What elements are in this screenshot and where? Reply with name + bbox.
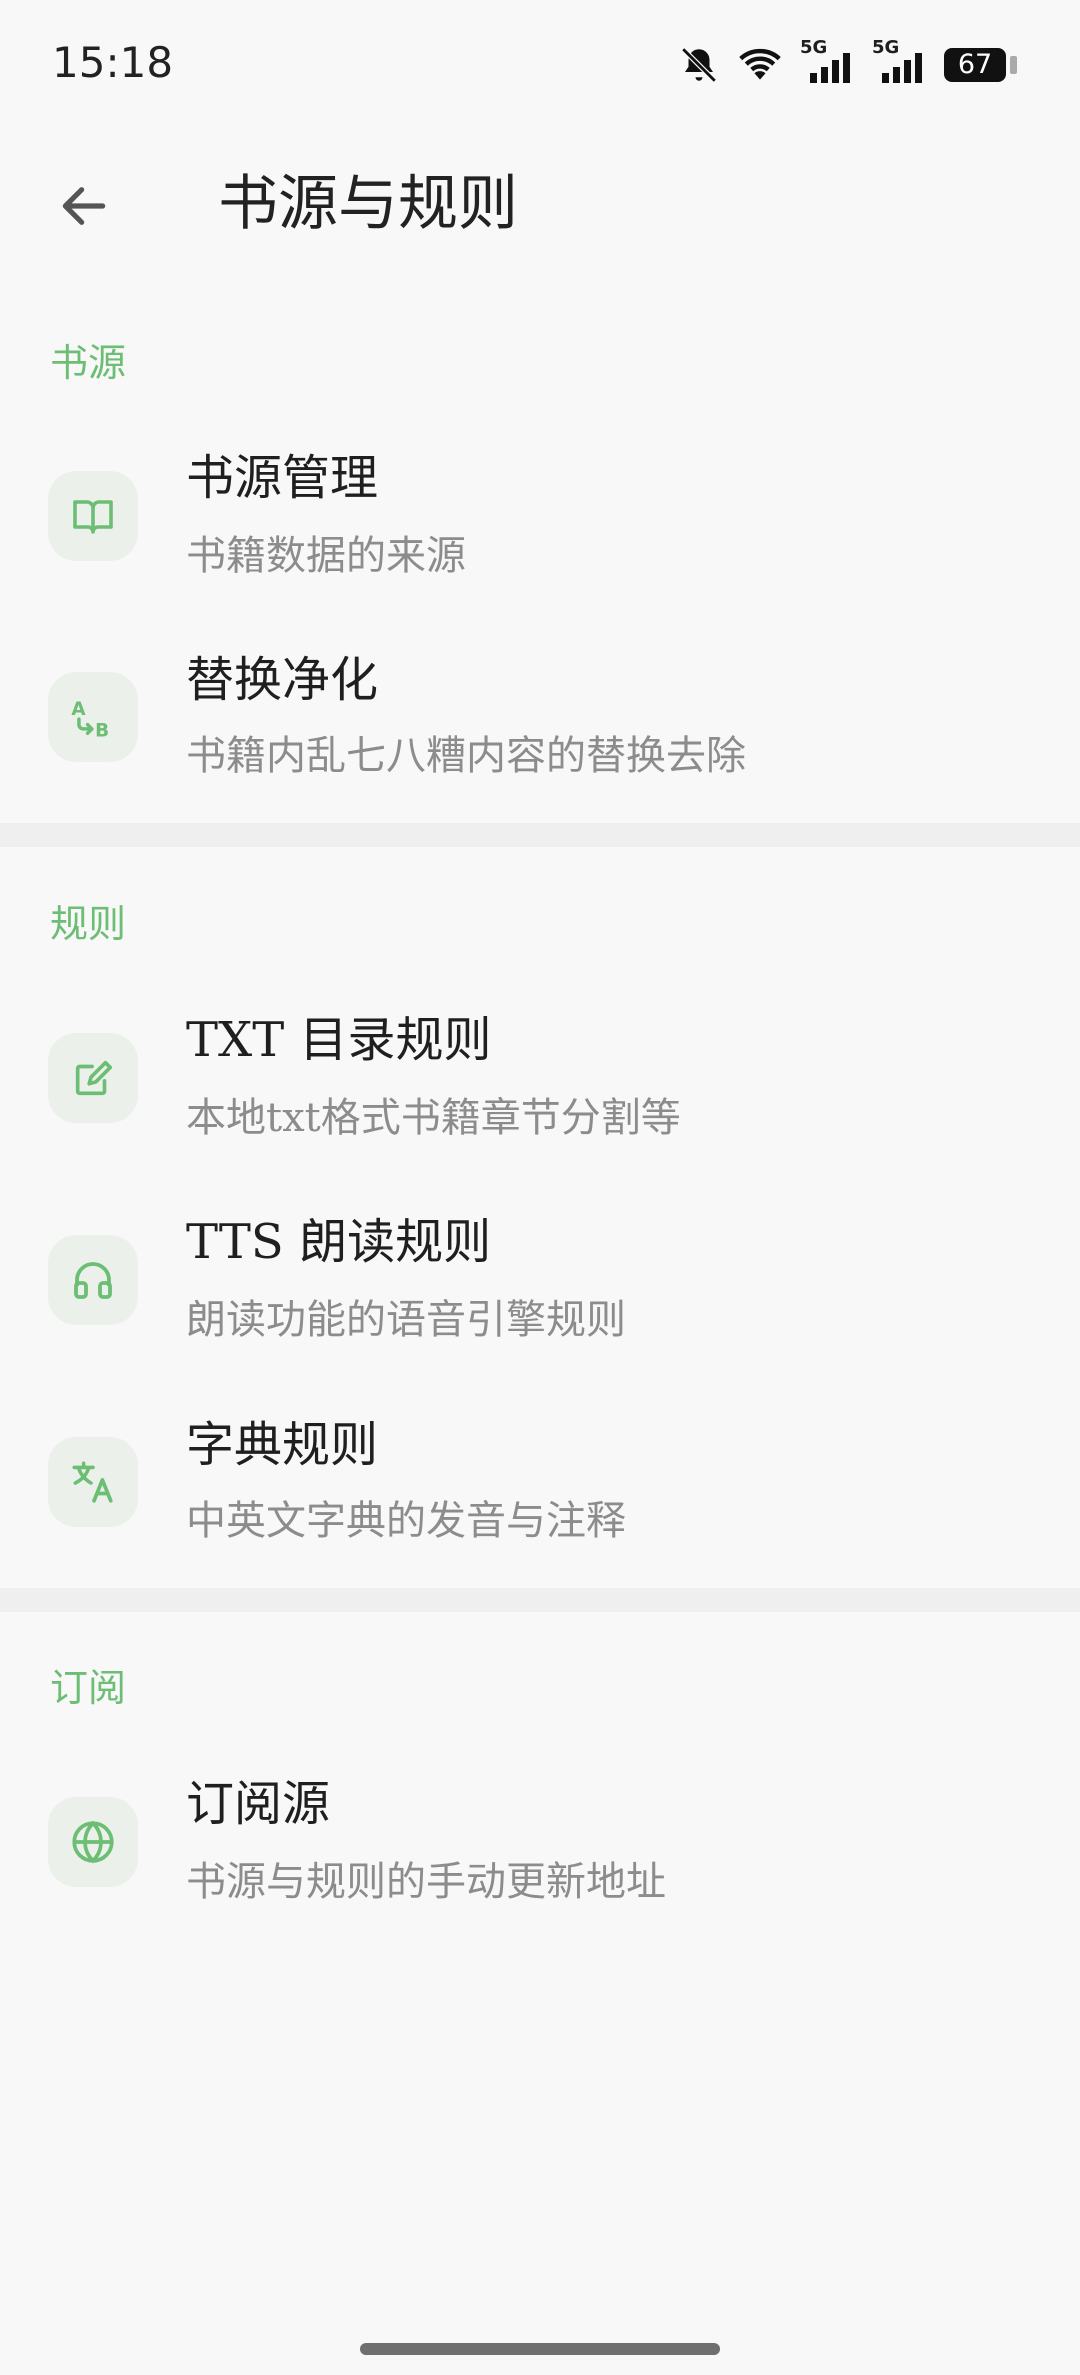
list-item-subscription-source[interactable]: 订阅源 书源与规则的手动更新地址 <box>0 1742 1080 1942</box>
list-item-tts-rule[interactable]: TTS 朗读规则 朗读功能的语音引擎规则 <box>0 1180 1080 1380</box>
item-title: 订阅源 <box>186 1776 331 1832</box>
mute-bell-icon <box>681 47 717 83</box>
item-title: TTS 朗读规则 <box>186 1214 492 1270</box>
status-icons: 5G 5G 67 <box>678 37 1017 86</box>
signal-5g-icon: 5G <box>872 37 926 85</box>
edit-note-icon <box>75 1060 113 1096</box>
item-subtitle: 书源与规则的手动更新地址 <box>186 1859 666 1905</box>
wifi-icon <box>739 48 781 80</box>
section-divider <box>0 823 1080 847</box>
headphones-icon <box>74 1262 112 1299</box>
item-subtitle: 本地txt格式书籍章节分割等 <box>186 1095 681 1141</box>
back-button[interactable] <box>48 170 120 242</box>
status-bar: 15:18 5G 5G 67 <box>0 0 1080 130</box>
list-item-txt-toc-rule[interactable]: TXT 目录规则 本地txt格式书籍章节分割等 <box>0 978 1080 1178</box>
section-title-rules: 规则 <box>50 902 127 946</box>
battery-level: 67 <box>957 49 993 80</box>
list-item-dictionary-rule[interactable]: 字典规则 中英文字典的发音与注释 <box>0 1382 1080 1582</box>
item-title: 替换净化 <box>186 652 379 708</box>
translate-icon <box>72 1461 113 1503</box>
item-subtitle: 朗读功能的语音引擎规则 <box>186 1297 626 1343</box>
signal-5g-icon: 5G <box>800 37 854 85</box>
svg-text:B: B <box>95 721 109 742</box>
replace-ab-icon: A B <box>71 699 109 742</box>
section-title-subscription: 订阅 <box>50 1666 127 1710</box>
item-title: 字典规则 <box>186 1417 379 1473</box>
home-indicator[interactable] <box>360 2343 720 2355</box>
globe-icon <box>72 1820 114 1864</box>
section-divider <box>0 1588 1080 1612</box>
battery-icon: 67 <box>944 48 1017 82</box>
svg-text:A: A <box>71 699 86 720</box>
status-time: 15:18 <box>52 38 174 87</box>
list-item-replace-purify[interactable]: A B 替换净化 书籍内乱七八糟内容的替换去除 <box>0 617 1080 817</box>
item-title: 书源管理 <box>186 450 379 506</box>
list-item-book-source-manage[interactable]: 书源管理 书籍数据的来源 <box>0 416 1080 616</box>
back-arrow-icon <box>62 187 106 225</box>
item-subtitle: 书籍内乱七八糟内容的替换去除 <box>186 733 746 779</box>
item-title: TXT 目录规则 <box>186 1012 492 1068</box>
item-subtitle: 中英文字典的发音与注释 <box>186 1498 626 1544</box>
item-subtitle: 书籍数据的来源 <box>186 533 466 579</box>
book-open-icon <box>73 500 113 534</box>
app-bar: 书源与规则 <box>0 140 1080 270</box>
section-title-book-source: 书源 <box>50 341 127 385</box>
page-title: 书源与规则 <box>218 169 518 239</box>
